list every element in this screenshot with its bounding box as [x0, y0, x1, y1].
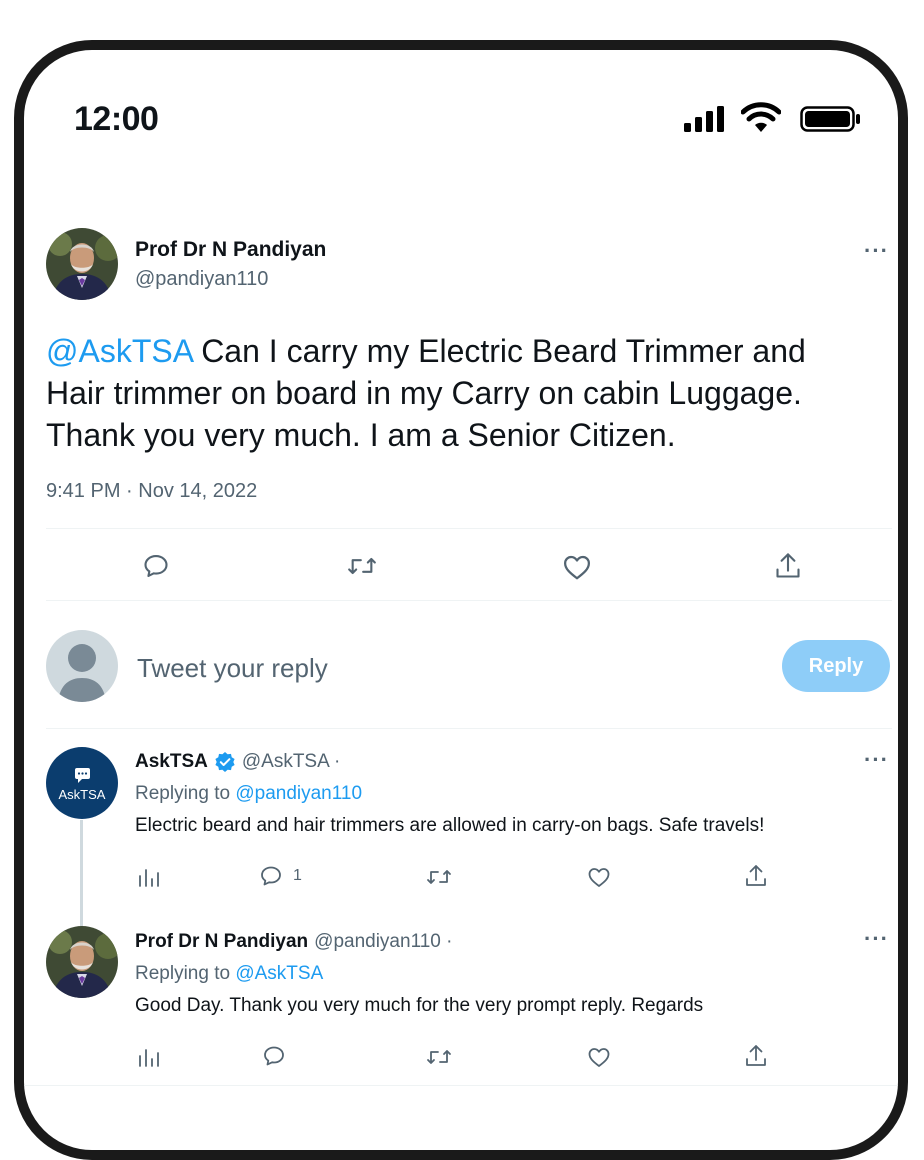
- reply-header: Prof Dr N Pandiyan @pandiyan110 ·: [135, 930, 452, 954]
- reply-thread-line: [80, 820, 83, 930]
- reply-author-name[interactable]: AskTSA: [135, 750, 208, 774]
- reply-author-handle[interactable]: @AskTSA ·: [242, 750, 340, 774]
- reply-icon[interactable]: [259, 864, 283, 888]
- reply-author-name[interactable]: Prof Dr N Pandiyan: [135, 930, 308, 954]
- verified-badge-icon: [215, 752, 235, 772]
- reply-icon[interactable]: [262, 1044, 286, 1068]
- reply-action[interactable]: 1: [259, 864, 302, 888]
- replying-to: Replying to @AskTSA: [135, 962, 323, 986]
- reply-count: 1: [293, 867, 302, 884]
- divider: [46, 600, 892, 601]
- tweet-timestamp[interactable]: 9:41 PM · Nov 14, 2022: [46, 480, 257, 503]
- reply-header: AskTSA @AskTSA ·: [135, 750, 340, 774]
- reply-icon[interactable]: [142, 552, 170, 580]
- share-icon[interactable]: [774, 550, 802, 582]
- battery-icon: [800, 106, 860, 132]
- wifi-icon: [741, 102, 781, 132]
- retweet-icon[interactable]: [426, 865, 452, 889]
- author-name[interactable]: Prof Dr N Pandiyan: [135, 238, 326, 262]
- status-time: 12:00: [74, 100, 159, 138]
- asktsa-avatar-label: AskTSA: [58, 787, 106, 802]
- divider: [24, 1085, 898, 1086]
- author-handle[interactable]: @pandiyan110: [135, 268, 268, 291]
- share-icon[interactable]: [744, 1043, 768, 1069]
- reply-input[interactable]: Tweet your reply: [137, 653, 328, 684]
- mention-link[interactable]: @AskTSA: [46, 333, 192, 369]
- analytics-icon[interactable]: [138, 866, 160, 888]
- like-icon[interactable]: [587, 866, 611, 888]
- author-avatar[interactable]: [46, 926, 118, 998]
- reply-text: Good Day. Thank you very much for the ve…: [135, 995, 704, 1016]
- more-options-button[interactable]: ···: [864, 238, 889, 264]
- retweet-icon[interactable]: [426, 1045, 452, 1069]
- more-options-button[interactable]: ···: [864, 747, 889, 773]
- cellular-signal-icon: [684, 106, 724, 132]
- replying-to: Replying to @pandiyan110: [135, 782, 362, 806]
- divider: [46, 728, 892, 729]
- replying-to-link[interactable]: @pandiyan110: [235, 783, 362, 804]
- like-icon[interactable]: [587, 1046, 611, 1068]
- replying-to-label: Replying to: [135, 963, 236, 984]
- replying-to-link[interactable]: @AskTSA: [235, 963, 323, 984]
- reply-button[interactable]: Reply: [782, 640, 890, 692]
- phone-frame: 12:00 Prof Dr N Pandiyan @pandiyan110 ··…: [14, 40, 908, 1160]
- more-options-button[interactable]: ···: [864, 926, 889, 952]
- share-icon[interactable]: [744, 863, 768, 889]
- reply-text: Electric beard and hair trimmers are all…: [135, 815, 765, 836]
- tweet-text: @AskTSA Can I carry my Electric Beard Tr…: [46, 330, 866, 456]
- retweet-icon[interactable]: [346, 552, 378, 580]
- asktsa-avatar[interactable]: AskTSA: [46, 747, 118, 819]
- like-icon[interactable]: [562, 553, 592, 581]
- replying-to-label: Replying to: [135, 783, 236, 804]
- reply-author-handle[interactable]: @pandiyan110 ·: [314, 930, 452, 954]
- user-avatar[interactable]: [46, 630, 118, 702]
- author-avatar[interactable]: [46, 228, 118, 300]
- analytics-icon[interactable]: [138, 1046, 160, 1068]
- divider: [46, 528, 892, 529]
